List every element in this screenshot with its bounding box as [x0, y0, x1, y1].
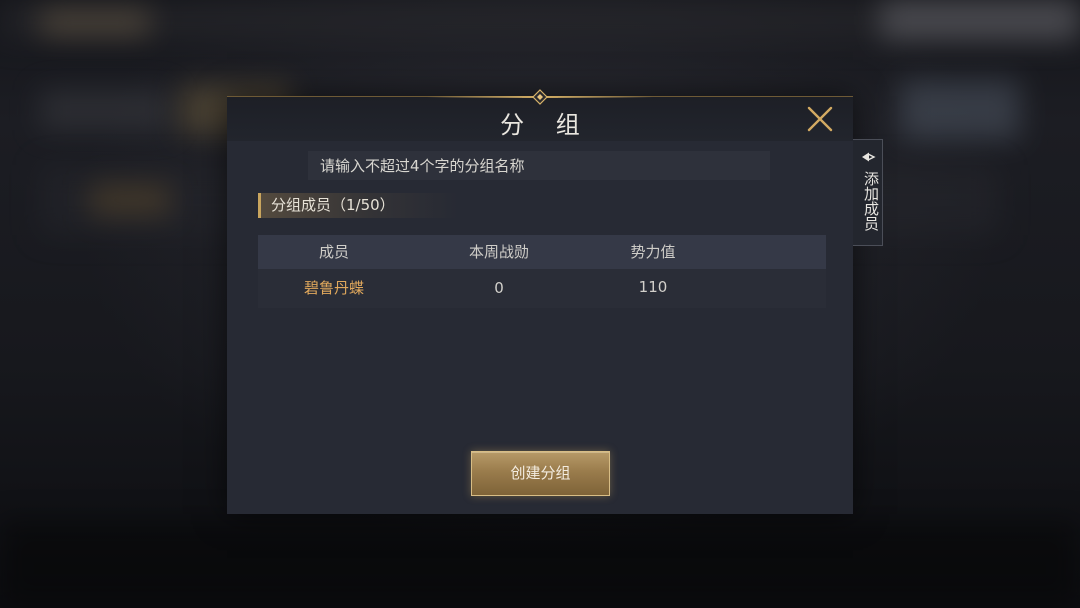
bg-blur-shape — [90, 185, 170, 215]
add-member-label: 添加成员 — [862, 171, 880, 231]
game-screen: 分 组 分组成员（1/50） 成员 本周战勋 势力值 碧鲁丹蝶 0 110 创建… — [0, 0, 1080, 608]
close-x-icon[interactable] — [805, 104, 835, 134]
group-name-input[interactable] — [308, 151, 770, 180]
column-header-member: 成员 — [318, 243, 349, 261]
group-members-label: 分组成员（1/50） — [258, 193, 458, 218]
member-table-header: 成员 本周战勋 势力值 — [258, 235, 826, 269]
dialog-header: 分 组 — [227, 89, 853, 141]
column-header-weekly-merit: 本周战勋 — [468, 243, 529, 261]
bg-blur-shape — [0, 520, 1080, 608]
member-power: 110 — [638, 278, 668, 296]
add-member-tab[interactable]: 添加成员 — [853, 139, 883, 246]
bg-blur-shape — [900, 80, 1020, 140]
chevron-left-icon — [862, 152, 876, 162]
member-name: 碧鲁丹蝶 — [303, 279, 364, 297]
bg-blur-shape — [880, 0, 1080, 40]
bg-blur-shape — [40, 90, 170, 130]
table-row[interactable]: 碧鲁丹蝶 0 110 — [258, 269, 826, 308]
member-weekly-merit: 0 — [494, 279, 504, 297]
column-header-power: 势力值 — [630, 243, 676, 261]
group-dialog: 分 组 分组成员（1/50） 成员 本周战勋 势力值 碧鲁丹蝶 0 110 创建… — [227, 89, 853, 514]
create-group-button[interactable]: 创建分组 — [471, 451, 610, 496]
dialog-title: 分 组 — [500, 111, 592, 139]
bg-blur-shape — [40, 10, 150, 35]
diamond-ornament-icon — [522, 89, 558, 105]
